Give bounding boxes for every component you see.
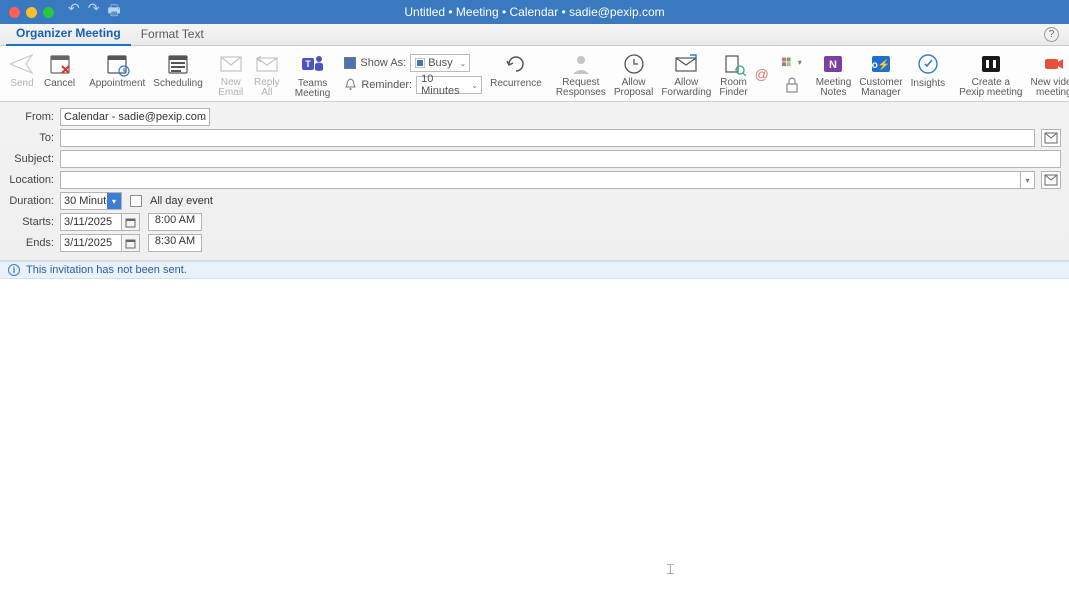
teams-meeting-button[interactable]: T Teams Meeting <box>291 48 335 99</box>
ribbon-tabs: Organizer Meeting Format Text ? <box>0 24 1069 46</box>
onenote-icon: N <box>819 50 847 77</box>
to-label: To: <box>8 132 60 144</box>
info-icon: i <box>8 264 20 276</box>
all-day-label: All day event <box>150 195 213 207</box>
customer-manager-icon: o⚡ <box>867 50 895 77</box>
appointment-button[interactable]: Appointment <box>85 48 149 99</box>
cancel-icon <box>46 50 74 78</box>
duration-label: Duration: <box>8 195 60 207</box>
starts-label: Starts: <box>8 216 60 228</box>
busy-swatch-icon <box>415 58 425 68</box>
recurrence-icon <box>502 50 530 78</box>
info-message: This invitation has not been sent. <box>26 264 187 276</box>
location-picker-button[interactable] <box>1041 171 1061 189</box>
from-dropdown[interactable]: Calendar - sadie@pexip.com ⌄ <box>60 108 210 126</box>
ends-date-picker-button[interactable] <box>122 234 140 252</box>
lock-button[interactable] <box>782 75 802 95</box>
request-responses-button[interactable]: Request Responses <box>552 48 610 99</box>
ends-date-field[interactable]: 3/11/2025 <box>60 234 122 252</box>
customer-manager-button[interactable]: o⚡ Customer Manager <box>855 48 906 99</box>
recurrence-button[interactable]: Recurrence <box>486 48 546 99</box>
subject-field[interactable] <box>60 150 1061 168</box>
address-book-icon <box>1044 132 1058 144</box>
svg-text:o⚡: o⚡ <box>872 58 891 71</box>
room-finder-button[interactable]: Room Finder <box>715 48 751 99</box>
show-as-label: Show As: <box>360 57 406 69</box>
allow-proposal-button[interactable]: Allow Proposal <box>610 48 657 99</box>
meeting-notes-button[interactable]: N Meeting Notes <box>812 48 856 99</box>
scheduling-button[interactable]: Scheduling <box>149 48 206 99</box>
to-field[interactable] <box>60 129 1035 147</box>
create-pexip-meeting-button[interactable]: Create a Pexip meeting <box>955 48 1026 99</box>
svg-text:T: T <box>305 59 311 69</box>
zoom-window-button[interactable] <box>43 7 54 18</box>
all-day-checkbox[interactable] <box>130 195 142 207</box>
pexip-icon <box>977 50 1005 77</box>
redo-icon[interactable]: ↷ <box>88 0 100 24</box>
categorize-button[interactable]: ▾ <box>782 53 802 73</box>
starts-time-field[interactable]: 8:00 AM <box>148 213 202 231</box>
from-label: From: <box>8 111 60 123</box>
meeting-form: From: Calendar - sadie@pexip.com ⌄ To: S… <box>0 102 1069 261</box>
undo-icon[interactable]: ↶ <box>68 0 80 24</box>
send-icon <box>8 50 36 78</box>
ends-label: Ends: <box>8 237 60 249</box>
reply-all-icon <box>253 50 281 77</box>
window-controls <box>9 7 54 18</box>
starts-date-field[interactable]: 3/11/2025 <box>60 213 122 231</box>
clock-icon <box>620 50 648 77</box>
insights-button[interactable]: Insights <box>907 48 949 99</box>
new-email-button[interactable]: New Email <box>213 48 249 99</box>
svg-text:N: N <box>830 59 838 71</box>
appointment-icon <box>103 50 131 78</box>
ribbon: Send Cancel Appointment Scheduling New E… <box>0 46 1069 102</box>
bell-icon <box>344 78 357 91</box>
reminder-label: Reminder: <box>361 79 412 91</box>
allow-forwarding-button[interactable]: Allow Forwarding <box>657 48 715 99</box>
titlebar: ↶ ↷ 🖶 Untitled • Meeting • Calendar • sa… <box>0 0 1069 24</box>
cancel-button[interactable]: Cancel <box>40 48 79 99</box>
help-button[interactable]: ? <box>1044 27 1059 42</box>
tab-organizer-meeting[interactable]: Organizer Meeting <box>6 23 131 46</box>
new-video-meeting-button[interactable]: New video meeting <box>1026 48 1069 99</box>
calendar-icon <box>125 217 136 228</box>
location-dropdown[interactable]: ▾ <box>1021 171 1035 189</box>
text-cursor-icon: ⌶ <box>666 561 674 578</box>
show-as-reminder-group: Show As: Busy ⌄ Reminder: 10 Minutes ⌄ <box>340 48 486 99</box>
address-book-icon <box>1044 174 1058 186</box>
chevron-down-icon: ⌄ <box>471 81 478 90</box>
minimize-window-button[interactable] <box>26 7 37 18</box>
at-mention-button[interactable]: @ <box>752 64 772 84</box>
person-icon <box>567 50 595 77</box>
window-title: Untitled • Meeting • Calendar • sadie@pe… <box>0 5 1069 19</box>
send-button[interactable]: Send <box>4 48 40 99</box>
starts-date-picker-button[interactable] <box>122 213 140 231</box>
close-window-button[interactable] <box>9 7 20 18</box>
forward-envelope-icon <box>672 50 700 77</box>
reminder-dropdown[interactable]: 10 Minutes ⌄ <box>416 76 482 94</box>
scheduling-icon <box>164 50 192 78</box>
room-finder-icon <box>720 50 748 77</box>
duration-dropdown[interactable]: 30 Minutes ▾ <box>60 192 122 210</box>
tab-format-text[interactable]: Format Text <box>131 24 214 45</box>
video-icon <box>1040 50 1068 77</box>
address-book-button[interactable] <box>1041 129 1061 147</box>
info-bar: i This invitation has not been sent. <box>0 261 1069 279</box>
teams-icon: T <box>299 50 327 78</box>
location-field[interactable] <box>60 171 1021 189</box>
message-body[interactable]: ⌶ <box>0 279 1069 599</box>
insights-icon <box>914 50 942 78</box>
show-as-dropdown[interactable]: Busy ⌄ <box>410 54 470 72</box>
show-as-swatch-icon <box>344 57 356 69</box>
calendar-icon <box>125 238 136 249</box>
new-email-icon <box>217 50 245 77</box>
chevron-down-icon: ⌄ <box>460 59 467 68</box>
subject-label: Subject: <box>8 153 60 165</box>
location-label: Location: <box>8 174 60 186</box>
ends-time-field[interactable]: 8:30 AM <box>148 234 202 252</box>
reply-all-button[interactable]: Reply All <box>249 48 285 99</box>
print-icon[interactable]: 🖶 <box>107 0 120 24</box>
